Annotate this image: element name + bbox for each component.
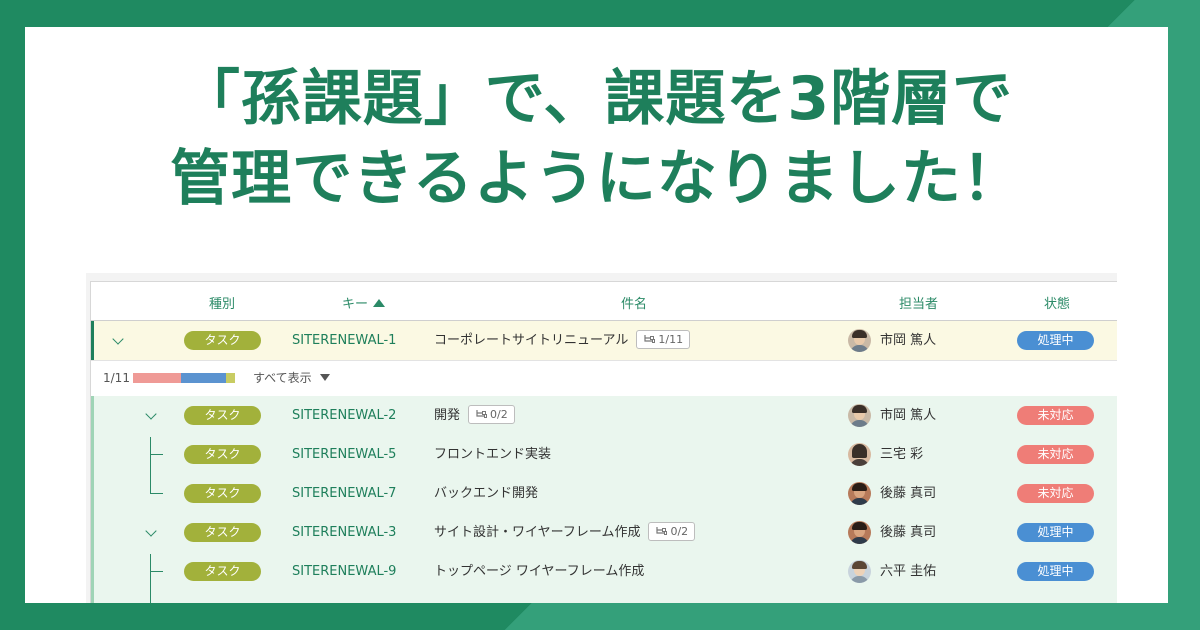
status-badge: 未対応 bbox=[1017, 445, 1094, 464]
issue-key-link[interactable]: SITERENEWAL-2 bbox=[292, 396, 396, 435]
row-accent-bar bbox=[91, 435, 94, 474]
status-badge: 処理中 bbox=[1017, 562, 1094, 581]
chevron-down-icon[interactable] bbox=[112, 333, 124, 345]
issue-key-link[interactable]: SITERENEWAL-1 bbox=[292, 321, 396, 360]
type-badge: タスク bbox=[184, 445, 261, 464]
avatar bbox=[848, 443, 871, 466]
issue-subject[interactable]: 開発 0/2 bbox=[434, 396, 515, 435]
assignee-name: 市岡 篤人 bbox=[880, 333, 937, 348]
issue-table: 種別 キー 件名 担当者 状態 タスク SITERENEWAL-1 コーポレート… bbox=[90, 281, 1117, 603]
assignee-name: 後藤 真司 bbox=[880, 525, 937, 540]
subtask-tree-icon bbox=[644, 335, 656, 343]
tree-connector-branch bbox=[150, 571, 163, 572]
table-row[interactable]: タスク SITERENEWAL-5 フロントエンド実装 三宅 彩 未対応 bbox=[91, 435, 1117, 475]
column-header-assignee[interactable]: 担当者 bbox=[899, 293, 938, 312]
announcement-card: 「孫課題」で、課題を3階層で 管理できるようになりました！ 種別 キー 件名 担… bbox=[25, 27, 1168, 603]
issue-list-panel: 種別 キー 件名 担当者 状態 タスク SITERENEWAL-1 コーポレート… bbox=[86, 273, 1117, 603]
table-row[interactable]: タスク SITERENEWAL-9 トップページ ワイヤーフレーム作成 六平 圭… bbox=[91, 552, 1117, 592]
progress-segment-done bbox=[226, 373, 235, 383]
subtask-count-badge[interactable]: 1/11 bbox=[636, 330, 691, 349]
row-accent-bar bbox=[91, 474, 94, 513]
headline-line-2: 管理できるようになりました！ bbox=[170, 144, 1023, 214]
subtask-progress-row: 1/11 すべて表示 bbox=[91, 361, 1117, 397]
assignee-name: 後藤 真司 bbox=[880, 486, 937, 501]
table-row[interactable]: タスク SITERENEWAL-1 コーポレートサイトリニューアル 1/11 市岡… bbox=[91, 321, 1117, 361]
subtask-tree-icon bbox=[656, 527, 668, 535]
issue-key-link[interactable]: SITERENEWAL-5 bbox=[292, 435, 396, 474]
status-badge: 未対応 bbox=[1017, 484, 1094, 503]
column-header-key[interactable]: キー bbox=[342, 293, 386, 312]
avatar bbox=[848, 482, 871, 505]
avatar bbox=[848, 329, 871, 352]
chevron-down-icon[interactable] bbox=[145, 525, 157, 537]
issue-key-link[interactable]: SITERENEWAL-3 bbox=[292, 513, 396, 552]
issue-subject[interactable]: フロントエンド実装 bbox=[434, 435, 551, 474]
row-accent-bar bbox=[91, 321, 94, 360]
avatar bbox=[848, 521, 871, 544]
assignee-name: 六平 圭佑 bbox=[880, 564, 937, 579]
status-badge: 未対応 bbox=[1017, 406, 1094, 425]
row-accent-bar bbox=[91, 591, 94, 603]
chevron-down-icon[interactable] bbox=[145, 408, 157, 420]
caret-down-icon bbox=[319, 374, 330, 381]
type-badge: タスク bbox=[184, 523, 261, 542]
table-row bbox=[91, 591, 1117, 603]
issue-subject[interactable]: コーポレートサイトリニューアル 1/11 bbox=[434, 321, 691, 360]
headline-line-1: 「孫課題」で、課題を3階層で bbox=[179, 64, 1014, 134]
type-badge: タスク bbox=[184, 406, 261, 425]
tree-connector-branch bbox=[150, 454, 163, 455]
table-row[interactable]: タスク SITERENEWAL-3 サイト設計・ワイヤーフレーム作成 0/2 後藤… bbox=[91, 513, 1117, 553]
progress-segment-in-progress bbox=[181, 373, 226, 383]
type-badge: タスク bbox=[184, 562, 261, 581]
status-badge: 処理中 bbox=[1017, 523, 1094, 542]
table-header: 種別 キー 件名 担当者 状態 bbox=[91, 282, 1117, 321]
assignee-name: 三宅 彩 bbox=[880, 447, 924, 462]
sort-ascending-icon bbox=[373, 299, 386, 307]
subtask-count-badge[interactable]: 0/2 bbox=[468, 405, 515, 424]
subtask-tree-icon bbox=[476, 410, 488, 418]
issue-subject[interactable]: サイト設計・ワイヤーフレーム作成 0/2 bbox=[434, 513, 696, 552]
progress-count: 1/11 bbox=[103, 371, 130, 385]
issue-key-link[interactable]: SITERENEWAL-7 bbox=[292, 474, 396, 513]
status-badge: 処理中 bbox=[1017, 331, 1094, 350]
column-header-status[interactable]: 状態 bbox=[1044, 293, 1070, 312]
row-accent-bar bbox=[91, 552, 94, 591]
progress-segment-open bbox=[133, 373, 181, 383]
table-row[interactable]: タスク SITERENEWAL-2 開発 0/2 市岡 篤人 未対応 bbox=[91, 396, 1117, 436]
avatar bbox=[848, 560, 871, 583]
assignee-name: 市岡 篤人 bbox=[880, 408, 937, 423]
tree-connector-branch bbox=[150, 493, 163, 494]
show-all-toggle[interactable]: すべて表示 bbox=[253, 361, 330, 396]
tree-connector-line bbox=[150, 554, 151, 603]
row-accent-bar bbox=[91, 513, 94, 552]
subtask-count-badge[interactable]: 0/2 bbox=[648, 522, 696, 541]
avatar bbox=[848, 404, 871, 427]
type-badge: タスク bbox=[184, 484, 261, 503]
tree-connector-line bbox=[150, 437, 151, 493]
column-header-type[interactable]: 種別 bbox=[209, 293, 235, 312]
issue-subject[interactable]: トップページ ワイヤーフレーム作成 bbox=[434, 552, 644, 591]
table-row[interactable]: タスク SITERENEWAL-7 バックエンド開発 後藤 真司 未対応 bbox=[91, 474, 1117, 514]
issue-key-link[interactable]: SITERENEWAL-9 bbox=[292, 552, 396, 591]
issue-subject[interactable]: バックエンド開発 bbox=[434, 474, 538, 513]
row-accent-bar bbox=[91, 396, 94, 435]
column-header-subject[interactable]: 件名 bbox=[621, 293, 647, 312]
type-badge: タスク bbox=[184, 331, 261, 350]
